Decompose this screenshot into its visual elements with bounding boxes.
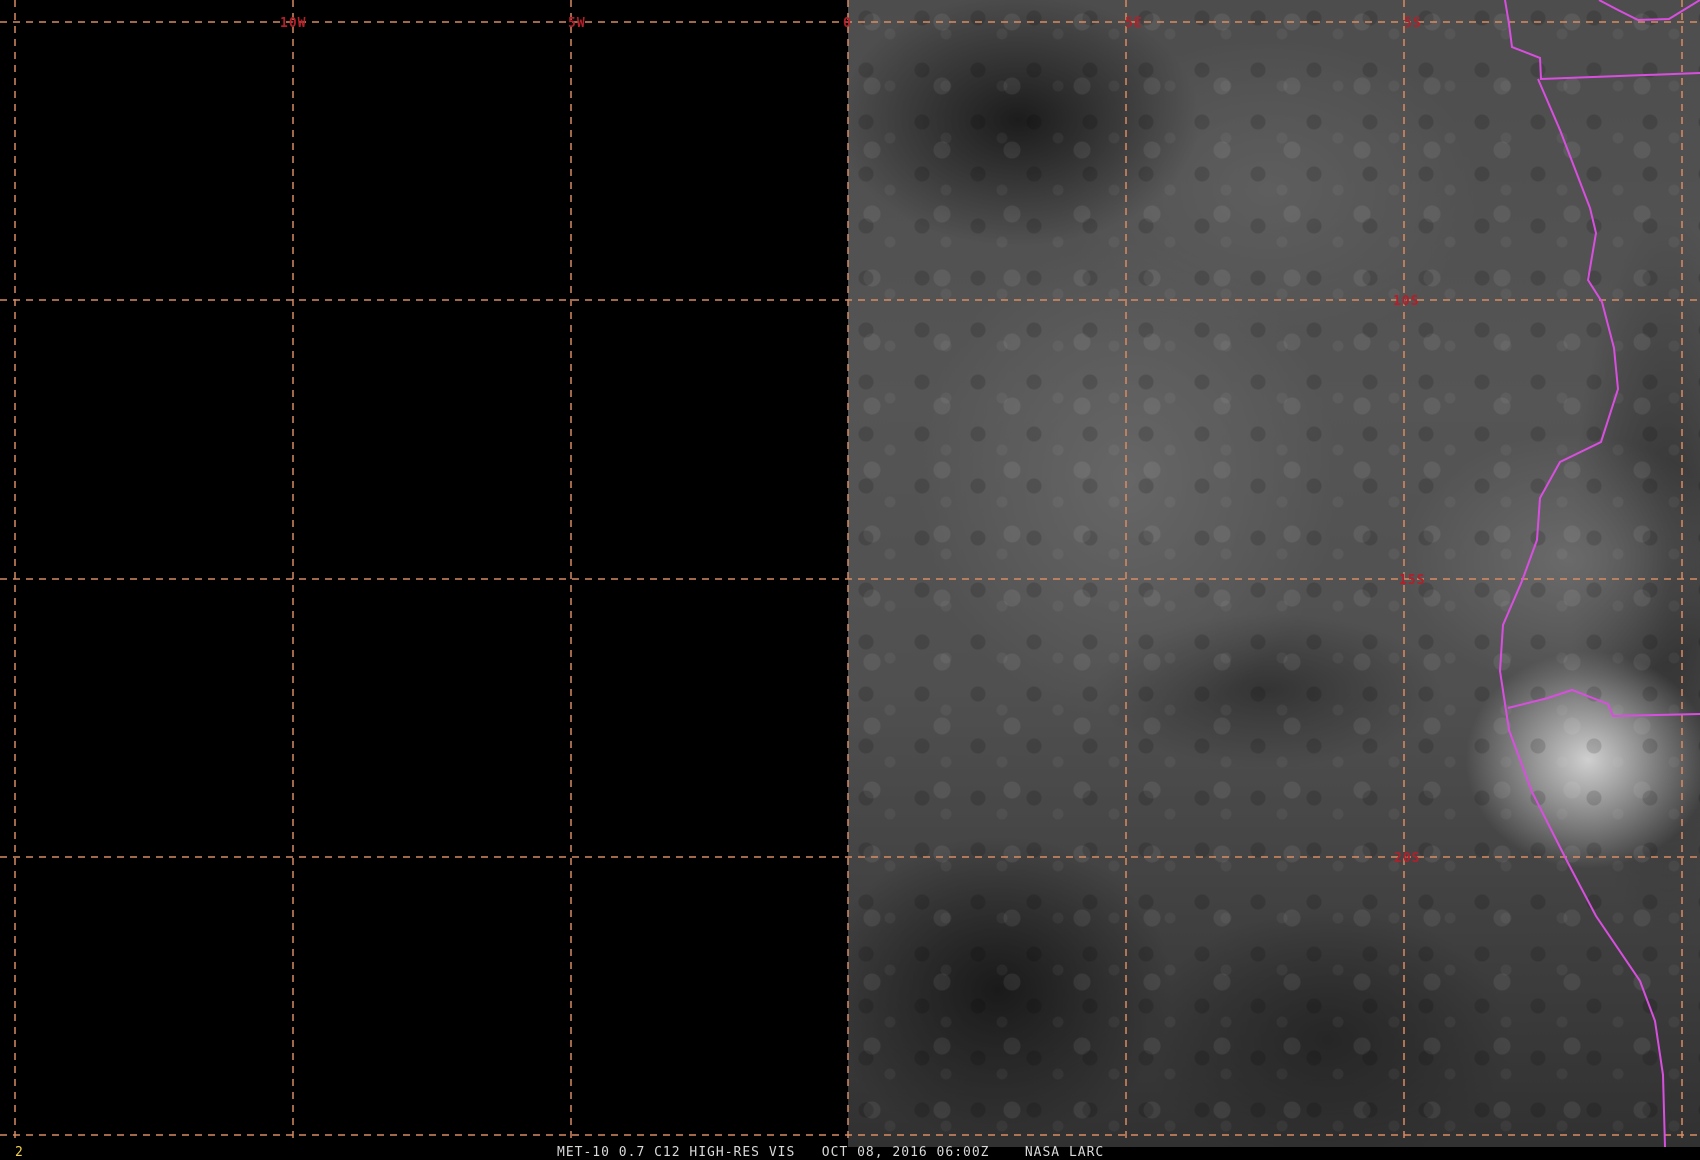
longitude-label-0: 0 (843, 16, 852, 31)
latitude-label-10s: 10S (1393, 294, 1419, 309)
longitude-label-5w: 5W (568, 16, 586, 31)
footer-caption: MET-10 0.7 C12 HIGH-RES VIS OCT 08, 2016… (557, 1145, 1105, 1160)
latitude-label-20s: 20S (1394, 851, 1420, 866)
satellite-map-screen: 10W 5W 0 5E 5S 10S 15S 20S 2 MET-10 0.7 … (0, 0, 1700, 1160)
south-inland-border-line (1507, 688, 1700, 718)
longitude-label-10w: 10W (280, 16, 306, 31)
grid-labels: 10W 5W 0 5E 5S 10S 15S 20S (280, 16, 1425, 866)
grid-lines (0, 0, 1700, 1140)
latitude-label-15s: 15S (1399, 573, 1425, 588)
north-border-line (1504, 0, 1700, 81)
top-right-border-line (1598, 0, 1700, 22)
footer-frame-number: 2 (15, 1145, 24, 1160)
longitude-label-5e: 5E (1125, 16, 1143, 31)
coastline-border-line (1498, 78, 1666, 1148)
latitude-label-5s: 5S (1404, 16, 1422, 31)
map-overlay: 10W 5W 0 5E 5S 10S 15S 20S (0, 0, 1700, 1148)
political-borders (1498, 0, 1700, 1148)
